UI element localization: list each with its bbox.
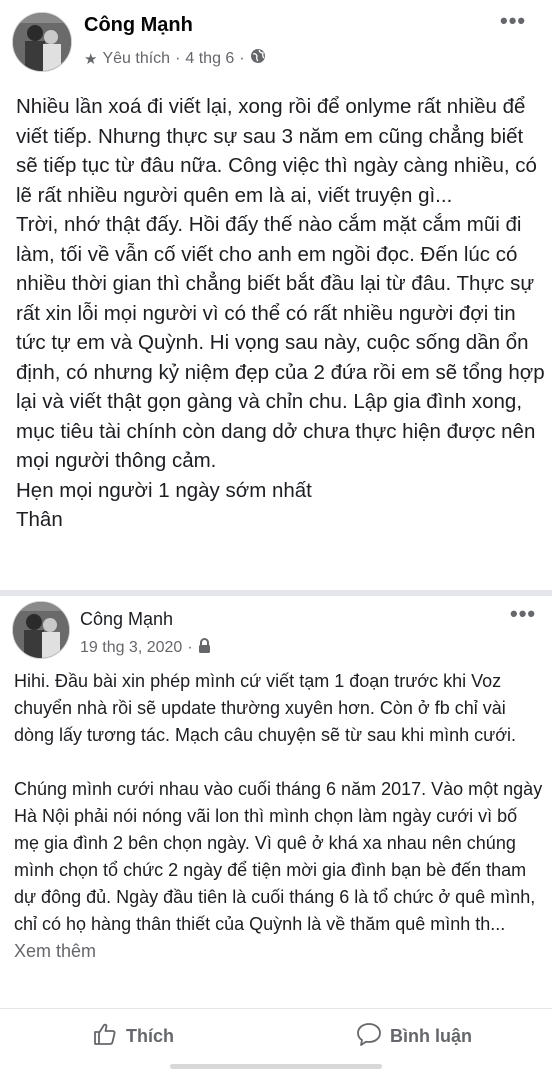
post-date[interactable]: 19 thg 3, 2020: [80, 639, 182, 657]
meta-separator: ·: [239, 49, 245, 67]
post1-header: Công Mạnh ★ Yêu thích · 4 thg 6 · •••: [0, 0, 552, 80]
post-meta: 19 thg 3, 2020 ·: [80, 638, 211, 658]
post2-body: Hihi. Đầu bài xin phép mình cứ viết tạm …: [14, 668, 544, 965]
post1-body: Nhiều lần xoá đi viết lại, xong rồi để o…: [16, 92, 546, 535]
like-button[interactable]: Thích: [92, 1021, 174, 1052]
more-options-icon[interactable]: •••: [500, 8, 526, 34]
post-paragraph: Hẹn mọi người 1 ngày sớm nhất: [16, 478, 312, 502]
post-author-name[interactable]: Công Mạnh: [84, 14, 193, 37]
meta-separator: ·: [187, 639, 193, 656]
comment-label: Bình luận: [390, 1026, 472, 1046]
author-avatar[interactable]: [12, 601, 70, 659]
post-paragraph: Nhiều lần xoá đi viết lại, xong rồi để o…: [16, 95, 537, 207]
post-action-bar: Thích Bình luận: [0, 1008, 552, 1059]
post-author-name[interactable]: Công Mạnh: [80, 609, 173, 630]
comment-button[interactable]: Bình luận: [356, 1021, 472, 1052]
author-avatar[interactable]: [12, 12, 72, 72]
see-more-link[interactable]: Xem thêm: [14, 941, 96, 961]
more-options-icon[interactable]: •••: [510, 601, 536, 627]
post-meta: ★ Yêu thích · 4 thg 6 ·: [84, 48, 266, 69]
star-icon: ★: [84, 50, 98, 68]
comment-bubble-icon: [356, 1021, 382, 1052]
globe-icon: [250, 48, 266, 69]
favorite-label: Yêu thích: [102, 49, 171, 67]
home-indicator[interactable]: [170, 1064, 382, 1069]
post-date[interactable]: 4 thg 6: [185, 50, 234, 68]
post-paragraph: Hihi. Đầu bài xin phép mình cứ viết tạm …: [14, 671, 516, 745]
meta-separator: ·: [175, 49, 181, 67]
post-paragraph: Chúng mình cưới nhau vào cuối tháng 6 nă…: [14, 776, 544, 965]
post-paragraph: Thân: [16, 508, 63, 531]
like-label: Thích: [126, 1026, 174, 1046]
post-paragraph: Trời, nhớ thật đấy. Hồi đấy thế nào cắm …: [16, 213, 545, 472]
post-divider: [0, 590, 552, 596]
post-paragraph-text: Chúng mình cưới nhau vào cuối tháng 6 nă…: [14, 779, 543, 934]
lock-icon: [198, 638, 211, 658]
thumbs-up-icon: [92, 1021, 118, 1052]
